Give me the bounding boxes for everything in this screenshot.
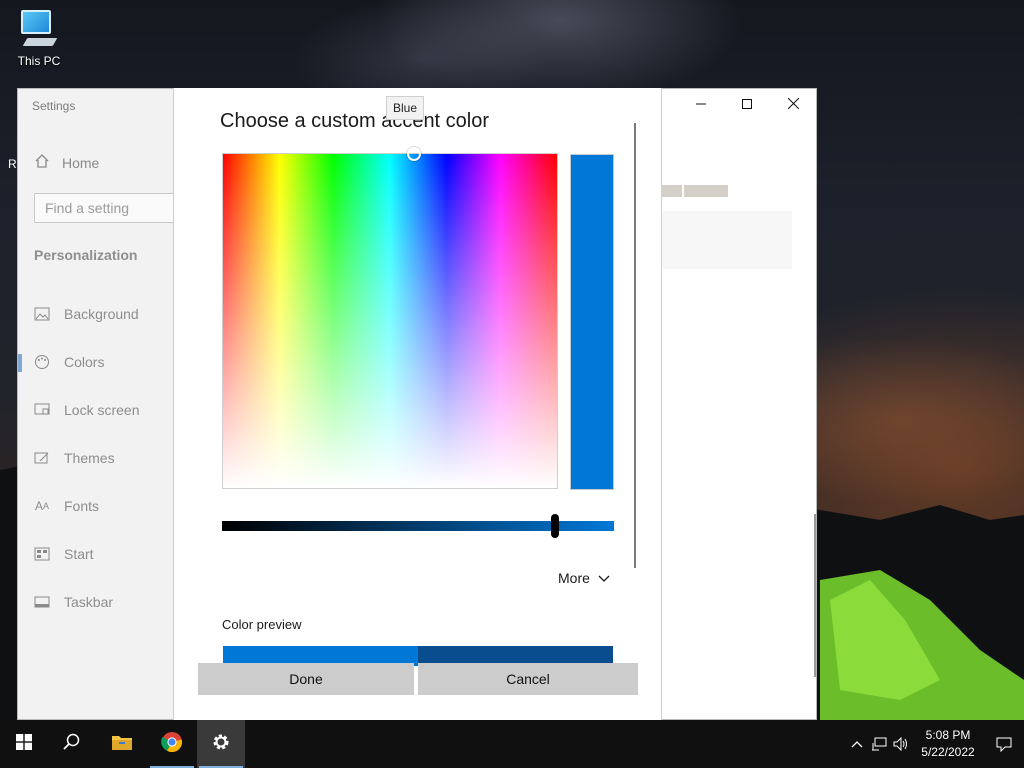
window-title: Settings — [32, 99, 76, 113]
color-picker-cursor[interactable] — [407, 147, 421, 161]
themes-icon — [34, 450, 50, 466]
close-icon — [787, 96, 799, 114]
start-button[interactable] — [0, 720, 48, 768]
minimize-icon — [696, 96, 706, 114]
background-card — [658, 211, 792, 269]
dialog-title: Choose a custom accent color — [220, 110, 490, 132]
window-controls — [678, 89, 816, 121]
palette-icon — [34, 354, 50, 370]
home-nav-item[interactable]: Home — [34, 153, 99, 172]
search-button[interactable] — [48, 720, 96, 768]
sidebar-item-lock-screen[interactable]: Lock screen — [18, 390, 174, 430]
network-icon[interactable] — [868, 737, 890, 751]
home-label: Home — [62, 154, 100, 171]
taskbar-icon — [34, 594, 50, 610]
done-button[interactable]: Done — [198, 663, 414, 695]
settings-icon — [211, 732, 231, 757]
chevron-up-icon[interactable] — [846, 740, 868, 748]
window-scrollbar[interactable] — [814, 514, 816, 677]
brightness-slider-thumb[interactable] — [551, 514, 560, 538]
maximize-button[interactable] — [724, 89, 770, 121]
notification-icon[interactable] — [984, 736, 1024, 752]
sidebar-item-label: Background — [64, 306, 139, 322]
sidebar-item-themes[interactable]: Themes — [18, 438, 174, 478]
color-preview-label: Color preview — [222, 617, 302, 632]
dialog-scrollbar[interactable] — [634, 123, 636, 568]
partially-hidden-desktop-text: R — [8, 157, 17, 171]
sidebar-item-label: Taskbar — [64, 594, 114, 610]
sidebar-item-label: Themes — [64, 450, 115, 466]
section-title: Personalization — [34, 247, 138, 263]
accent-color-chip[interactable] — [662, 185, 682, 197]
close-button[interactable] — [770, 89, 816, 121]
sidebar-item-label: Lock screen — [64, 402, 140, 418]
sidebar-item-label: Colors — [64, 354, 105, 370]
this-pc-label: This PC — [17, 54, 61, 68]
find-setting-input[interactable]: Find a setting — [34, 193, 184, 223]
accent-color-chip[interactable] — [684, 185, 728, 197]
clock-time: 5:08 PM — [925, 728, 971, 742]
file-explorer-button[interactable] — [98, 720, 146, 768]
this-pc-desktop-icon[interactable]: This PC — [10, 8, 68, 68]
computer-icon — [17, 8, 61, 52]
windows-logo-icon — [16, 733, 32, 755]
clock[interactable]: 5:08 PM 5/22/2022 — [912, 727, 984, 761]
search-icon — [63, 733, 81, 756]
minimize-button[interactable] — [678, 89, 724, 121]
more-label: More — [558, 570, 590, 586]
sidebar-item-start[interactable]: Start — [18, 534, 174, 574]
chevron-down-icon — [598, 570, 610, 586]
more-button[interactable]: More — [558, 570, 610, 586]
sidebar-item-fonts[interactable]: AA Fonts — [18, 486, 174, 526]
maximize-icon — [742, 96, 752, 114]
sidebar-item-taskbar[interactable]: Taskbar — [18, 582, 174, 622]
file-explorer-icon — [111, 733, 133, 756]
system-tray: 5:08 PM 5/22/2022 — [846, 720, 1024, 768]
chrome-icon — [161, 731, 183, 758]
sidebar-item-label: Fonts — [64, 498, 100, 514]
volume-icon[interactable] — [890, 737, 912, 751]
settings-taskbar-button[interactable] — [197, 720, 245, 768]
start-icon — [34, 546, 50, 562]
fonts-icon: AA — [34, 499, 50, 513]
sidebar-item-background[interactable]: Background — [18, 294, 174, 334]
taskbar: 5:08 PM 5/22/2022 — [0, 720, 1024, 768]
settings-sidebar: Settings Home Find a setting Personaliza… — [18, 89, 184, 719]
home-icon — [34, 153, 50, 172]
cancel-button[interactable]: Cancel — [418, 663, 638, 695]
color-spectrum-picker[interactable] — [222, 153, 558, 489]
color-name-tooltip: Blue — [386, 96, 425, 120]
custom-accent-color-dialog: Choose a custom accent color Blue More C… — [173, 88, 662, 720]
clock-date: 5/22/2022 — [921, 745, 975, 759]
selected-color-swatch — [570, 154, 614, 490]
sidebar-item-colors[interactable]: Colors — [18, 342, 174, 382]
lock-screen-icon — [34, 402, 50, 418]
chrome-button[interactable] — [148, 720, 196, 768]
sidebar-item-label: Start — [64, 546, 94, 562]
picture-icon — [34, 306, 50, 322]
